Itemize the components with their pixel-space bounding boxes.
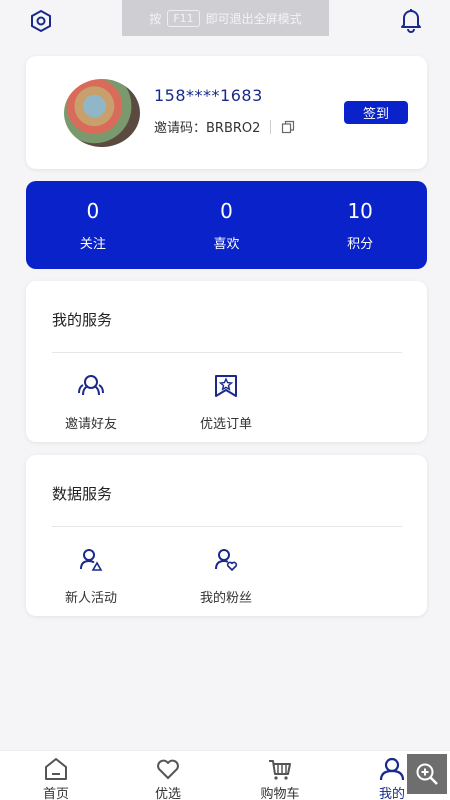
nav-featured[interactable]: 优选 [112, 751, 224, 800]
stat-points[interactable]: 10 积分 [293, 181, 427, 269]
fans-icon [211, 545, 241, 575]
service-label: 优选订单 [199, 417, 252, 432]
data-services-card: 数据服务 新人活动 我的粉丝 [26, 455, 427, 616]
order-icon [211, 371, 241, 401]
phone-number: 158****1683 [154, 86, 263, 105]
fullscreen-hint-suffix: 即可退出全屏模式 [205, 11, 302, 26]
nav-label: 首页 [42, 787, 69, 800]
nav-label: 优选 [154, 787, 181, 800]
invite-code: 邀请码：BRBRO2 [154, 121, 261, 136]
fullscreen-hint-key: F11 [167, 9, 200, 27]
profile-card: 158****1683 邀请码：BRBRO2 签到 [26, 56, 427, 169]
service-my-fans[interactable]: 我的粉丝 [176, 545, 276, 606]
invite-code-row: 邀请码：BRBRO2 [154, 117, 295, 136]
notification-button[interactable] [398, 6, 424, 34]
service-invite-friends[interactable]: 邀请好友 [41, 371, 141, 432]
section-title: 数据服务 [52, 485, 113, 503]
service-label: 我的粉丝 [199, 591, 252, 606]
zoom-button[interactable] [407, 754, 447, 794]
stat-value: 0 [220, 198, 233, 223]
top-bar: 按 F11 即可退出全屏模式 [0, 0, 450, 42]
divider [52, 526, 402, 527]
home-icon [42, 757, 70, 781]
section-title: 我的服务 [52, 311, 113, 329]
copy-icon[interactable] [281, 120, 295, 134]
service-label: 新人活动 [64, 591, 117, 606]
new-user-icon [76, 545, 106, 575]
fullscreen-hint-prefix: 按 [149, 11, 162, 26]
service-label: 邀请好友 [64, 417, 117, 432]
service-orders[interactable]: 优选订单 [176, 371, 276, 432]
fullscreen-hint: 按 F11 即可退出全屏模式 [122, 0, 329, 36]
sign-in-button[interactable]: 签到 [344, 101, 408, 124]
stat-likes[interactable]: 0 喜欢 [160, 181, 294, 269]
stat-following[interactable]: 0 关注 [26, 181, 160, 269]
bell-icon [401, 9, 421, 33]
stat-value: 0 [86, 198, 100, 223]
divider [52, 352, 402, 353]
stat-label: 积分 [347, 236, 374, 252]
stat-label: 喜欢 [213, 236, 240, 252]
nav-cart[interactable]: 购物车 [224, 751, 336, 800]
nav-label: 我的 [378, 787, 405, 800]
stats-card: 0 关注 0 喜欢 10 积分 [26, 181, 427, 269]
zoom-in-icon [416, 763, 438, 785]
my-services-card: 我的服务 邀请好友 优选订单 [26, 281, 427, 442]
nav-home[interactable]: 首页 [0, 751, 112, 800]
bottom-nav: 首页 优选 购物车 我的 [0, 750, 450, 800]
heart-icon [154, 757, 182, 781]
avatar[interactable] [64, 79, 140, 147]
invite-friends-icon [76, 371, 106, 401]
divider [270, 119, 272, 134]
stat-label: 关注 [79, 236, 106, 252]
stat-value: 10 [347, 198, 373, 223]
settings-button[interactable] [28, 8, 54, 34]
cart-icon [266, 757, 294, 781]
settings-icon [31, 9, 51, 33]
nav-label: 购物车 [260, 787, 300, 800]
service-new-user-event[interactable]: 新人活动 [41, 545, 141, 606]
profile-icon [378, 757, 406, 781]
